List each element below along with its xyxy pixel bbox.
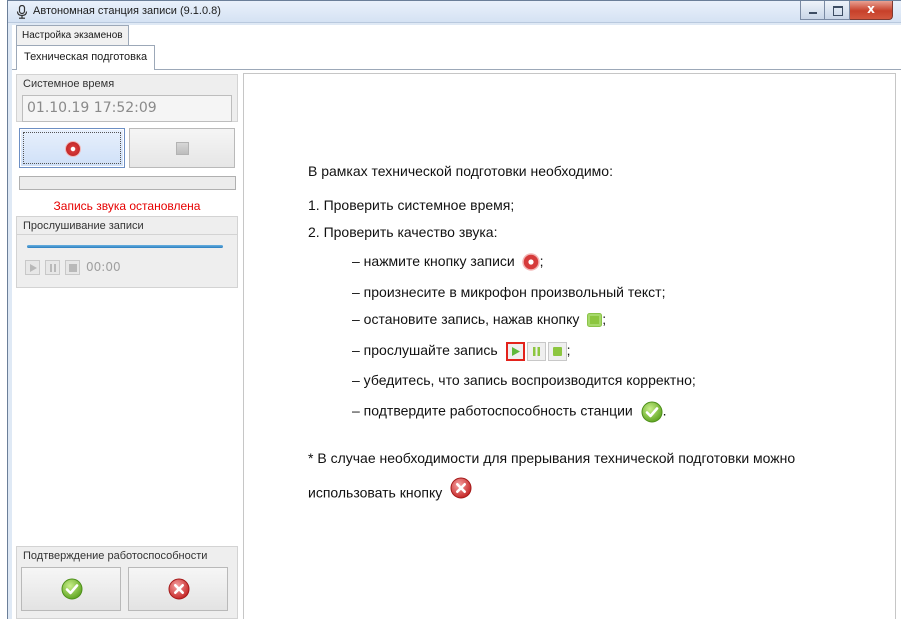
microphone-icon <box>16 5 28 19</box>
title-bar: Автономная станция записи (9.1.0.8) x <box>8 1 901 23</box>
substep-stop-text: – остановите запись, нажав кнопку <box>352 311 580 327</box>
play-button[interactable] <box>25 260 40 275</box>
instructions-panel: В рамках технической подготовки необходи… <box>243 73 896 619</box>
close-icon: x <box>867 2 875 16</box>
step-check-time: 1. Проверить системное время; <box>308 197 515 213</box>
confirm-ok-button[interactable] <box>21 567 121 611</box>
playback-group: Прослушивание записи 00:00 <box>16 216 238 288</box>
substep-press-record-text: – нажмите кнопку записи <box>352 253 515 269</box>
check-circle-icon <box>641 401 663 423</box>
note-text-line2: использовать кнопку <box>308 477 472 505</box>
client-area: Настройка экзаменов Техническая подготов… <box>12 25 901 619</box>
system-time-title: Системное время <box>23 78 115 90</box>
pause-icon <box>526 342 546 361</box>
left-panel: Системное время 01.10.19 17:52:09 Запись… <box>16 74 238 619</box>
substep-stop-recording: – остановите запись, нажав кнопку ; <box>352 311 607 328</box>
stop-playback-button[interactable] <box>65 260 80 275</box>
substep-listen: – прослушайте запись ; <box>352 342 570 361</box>
step-check-sound: 2. Проверить качество звука: <box>308 224 498 240</box>
playback-progress[interactable] <box>27 245 223 248</box>
substep-listen-text: – прослушайте запись <box>352 342 498 359</box>
window-title: Автономная станция записи (9.1.0.8) <box>33 5 221 17</box>
substep-speak: – произнесите в микрофон произвольный те… <box>352 284 666 300</box>
substep-press-record: – нажмите кнопку записи ; <box>352 253 544 272</box>
check-circle-icon <box>61 578 83 600</box>
playback-header: Прослушивание записи <box>17 217 237 235</box>
substep-press-record-suffix: ; <box>539 253 544 269</box>
audio-level-bar <box>19 176 236 190</box>
tab-technical-preparation[interactable]: Техническая подготовка <box>16 45 156 70</box>
substep-listen-suffix: ; <box>566 342 571 359</box>
tab-exam-settings[interactable]: Настройка экзаменов <box>16 25 129 45</box>
stop-icon <box>176 142 189 155</box>
pause-icon <box>50 264 56 272</box>
confirm-cancel-button[interactable] <box>128 567 228 611</box>
window-controls: x <box>800 1 893 20</box>
substep-confirm-suffix: . <box>662 402 667 419</box>
note-text-line1: * В случае необходимости для прерывания … <box>308 450 796 466</box>
sub-tab-row: Техническая подготовка <box>12 43 901 70</box>
tab-page: Системное время 01.10.19 17:52:09 Запись… <box>12 70 901 619</box>
app-window: Автономная станция записи (9.1.0.8) x На… <box>7 0 901 619</box>
minimize-button[interactable] <box>800 1 825 20</box>
substep-confirm-text: – подтвердите работоспособность станции <box>352 402 633 419</box>
maximize-button[interactable] <box>825 1 850 20</box>
confirm-title: Подтверждение работоспособности <box>23 550 208 562</box>
substep-stop-suffix: ; <box>602 311 607 327</box>
substep-confirm: – подтвердите работоспособность станции … <box>352 401 667 423</box>
stop-icon <box>587 313 603 328</box>
cancel-circle-icon <box>168 578 190 600</box>
recording-status: Запись звука остановлена <box>53 199 201 213</box>
system-time-group: Системное время 01.10.19 17:52:09 <box>16 74 238 122</box>
note-text-line2-label: использовать кнопку <box>308 484 443 501</box>
stop-icon <box>69 264 77 272</box>
record-button[interactable] <box>19 128 125 168</box>
record-icon <box>521 253 540 272</box>
confirm-group: Подтверждение работоспособности <box>16 546 238 619</box>
record-icon <box>66 142 80 156</box>
stop-icon <box>547 342 567 361</box>
play-icon <box>30 264 37 272</box>
play-icon <box>505 342 525 361</box>
stop-record-button[interactable] <box>129 128 235 168</box>
close-button[interactable]: x <box>850 1 893 20</box>
playback-time: 00:00 <box>86 260 121 274</box>
pause-button[interactable] <box>45 260 60 275</box>
playback-title: Прослушивание записи <box>23 220 144 232</box>
intro-text: В рамках технической подготовки необходи… <box>308 163 613 179</box>
cancel-circle-icon <box>450 477 472 499</box>
substep-verify-playback: – убедитесь, что запись воспроизводится … <box>352 372 696 388</box>
system-time-field: 01.10.19 17:52:09 <box>22 95 232 122</box>
